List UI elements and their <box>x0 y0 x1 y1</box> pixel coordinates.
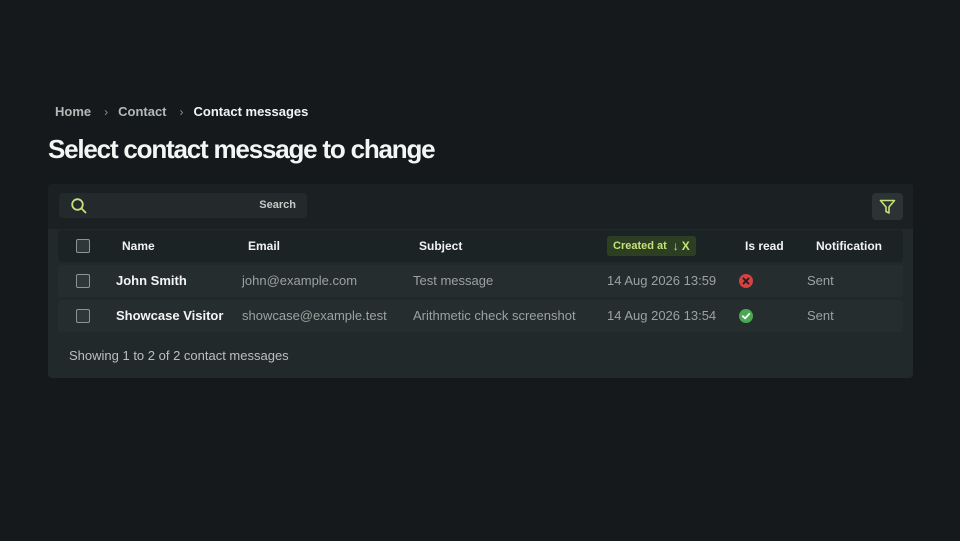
breadcrumb-current: Contact messages <box>193 104 309 119</box>
changelist-panel: Search Name Email Subject Created at ↓ X… <box>48 184 913 378</box>
select-all-checkbox[interactable] <box>76 239 90 253</box>
row-name-link[interactable]: John Smith <box>116 265 187 297</box>
column-header-subject[interactable]: Subject <box>419 230 462 262</box>
results-table: Name Email Subject Created at ↓ X Is rea… <box>58 229 903 332</box>
column-header-notification[interactable]: Notification <box>816 230 882 262</box>
row-subject: Test message <box>413 273 494 288</box>
row-notification: Sent <box>807 273 834 288</box>
column-header-created-at-label: Created at <box>613 240 667 252</box>
row-checkbox[interactable] <box>76 309 90 323</box>
row-email: showcase@example.test <box>242 308 387 323</box>
search-icon <box>70 197 88 215</box>
breadcrumb: Home › Contact › Contact messages <box>55 104 308 119</box>
remove-sort-icon[interactable]: X <box>682 239 690 253</box>
row-checkbox[interactable] <box>76 274 90 288</box>
breadcrumb-separator: › <box>179 104 184 119</box>
search-box: Search <box>59 193 307 218</box>
table-row: Showcase Visitor showcase@example.test A… <box>58 300 903 332</box>
row-name-link[interactable]: Showcase Visitor <box>116 300 223 332</box>
page-title: Select contact message to change <box>48 134 436 164</box>
column-header-email[interactable]: Email <box>248 230 280 262</box>
toolbar: Search <box>48 184 913 229</box>
breadcrumb-contact[interactable]: Contact <box>118 104 166 119</box>
column-header-name[interactable]: Name <box>122 230 155 262</box>
row-created-at: 14 Aug 2026 13:54 <box>607 308 717 323</box>
column-header-created-at[interactable]: Created at ↓ X <box>607 236 696 256</box>
breadcrumb-home[interactable]: Home <box>55 104 91 119</box>
row-email: john@example.com <box>242 273 358 288</box>
column-header-is-read[interactable]: Is read <box>745 230 784 262</box>
row-notification: Sent <box>807 308 834 323</box>
breadcrumb-separator: › <box>104 104 109 119</box>
search-button[interactable]: Search <box>259 199 296 211</box>
check-circle-icon <box>739 309 753 323</box>
x-circle-icon <box>739 274 753 288</box>
table-header-row: Name Email Subject Created at ↓ X Is rea… <box>58 230 903 262</box>
row-created-at: 14 Aug 2026 13:59 <box>607 273 717 288</box>
filter-button[interactable] <box>872 193 903 220</box>
sort-descending-icon[interactable]: ↓ <box>673 239 679 253</box>
table-row: John Smith john@example.com Test message… <box>58 265 903 297</box>
filter-icon <box>879 199 896 214</box>
search-input[interactable] <box>93 193 243 218</box>
row-subject: Arithmetic check screenshot <box>413 308 576 323</box>
result-count: Showing 1 to 2 of 2 contact messages <box>69 348 289 363</box>
